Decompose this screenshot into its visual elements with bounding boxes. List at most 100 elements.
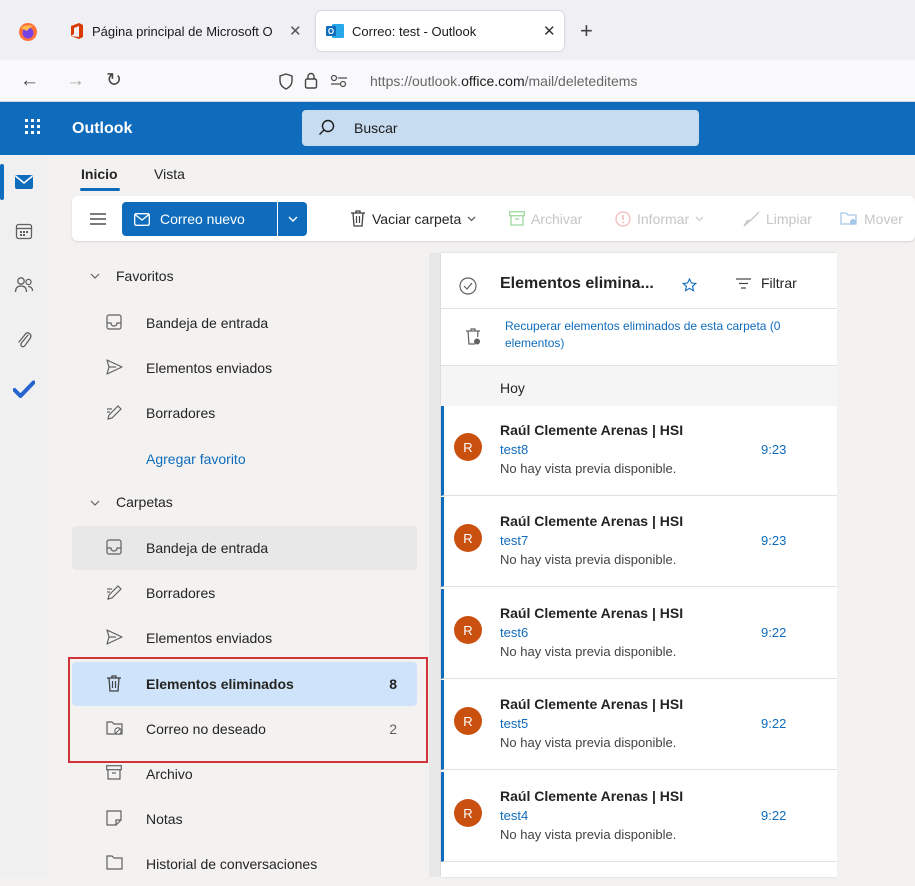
received-time: 9:22 [761, 625, 787, 640]
new-tab-icon[interactable]: + [580, 18, 593, 44]
tab-view[interactable]: Vista [154, 166, 185, 182]
message-item[interactable]: R Raúl Clemente Arenas | HSI test7 9:23 … [441, 497, 837, 587]
tab-title: Página principal de Microsoft O [92, 23, 273, 39]
people-icon[interactable] [14, 276, 34, 294]
favorites-section-header[interactable]: Favoritos [72, 255, 417, 299]
avatar: R [454, 524, 482, 552]
subject: test8 [500, 442, 529, 457]
chevron-down-icon [90, 500, 100, 506]
back-icon[interactable]: ← [20, 70, 39, 92]
folder-item-drafts[interactable]: Borradores [72, 571, 417, 615]
search-placeholder: Buscar [354, 120, 398, 136]
favorite-item-sent[interactable]: Elementos enviados [72, 346, 417, 390]
folder-label: Bandeja de entrada [146, 315, 269, 331]
sweep-label: Limpiar [766, 210, 812, 227]
empty-folder-button[interactable]: Vaciar carpeta [350, 196, 476, 241]
drafts-icon [106, 404, 123, 421]
close-tab-icon[interactable]: ✕ [289, 22, 302, 40]
archive-button[interactable]: Archivar [509, 196, 582, 241]
list-title: Elementos elimina... [500, 275, 654, 292]
new-mail-dropdown[interactable] [278, 202, 307, 236]
folder-icon [106, 855, 123, 870]
folder-item-archive[interactable]: Archivo [72, 752, 417, 796]
favorite-item-drafts[interactable]: Borradores [72, 391, 417, 435]
forward-icon[interactable]: → [66, 70, 85, 92]
group-header-today: Hoy [441, 366, 837, 411]
tab-home[interactable]: Inicio [81, 166, 118, 182]
search-box[interactable]: Buscar [302, 110, 699, 146]
lock-icon[interactable] [304, 72, 318, 89]
folders-section-header[interactable]: Carpetas [72, 480, 417, 524]
sweep-button[interactable]: Limpiar [742, 196, 812, 241]
tab-microsoft-home[interactable]: Página principal de Microsoft O ✕ [62, 11, 308, 51]
folder-item-notes[interactable]: Notas [72, 797, 417, 841]
svg-text:O: O [328, 27, 334, 36]
group-label: Hoy [500, 380, 525, 396]
avatar: R [454, 799, 482, 827]
permissions-icon[interactable] [330, 74, 348, 88]
folder-item-inbox[interactable]: Bandeja de entrada [72, 526, 417, 570]
received-time: 9:22 [761, 808, 787, 823]
archive-icon [106, 765, 122, 780]
folder-label: Borradores [146, 585, 216, 601]
preview-text: No hay vista previa disponible. [500, 461, 677, 476]
message-item[interactable]: R Raúl Clemente Arenas | HSI test6 9:22 … [441, 589, 837, 679]
search-icon [318, 119, 335, 136]
app-launcher-icon[interactable] [25, 119, 41, 135]
filter-button[interactable]: Filtrar [736, 275, 797, 291]
new-mail-label: Correo nuevo [160, 211, 245, 227]
report-button[interactable]: Informar [615, 196, 704, 241]
folder-item-sent[interactable]: Elementos enviados [72, 616, 417, 660]
chevron-down-icon [90, 273, 100, 279]
app-title[interactable]: Outlook [72, 120, 132, 138]
mail-icon[interactable] [14, 174, 34, 190]
inbox-icon [106, 314, 122, 330]
notes-icon [106, 810, 122, 826]
hamburger-menu-icon[interactable] [90, 196, 106, 241]
sender-name: Raúl Clemente Arenas | HSI [500, 513, 684, 529]
preview-text: No hay vista previa disponible. [500, 644, 677, 659]
todo-icon[interactable] [13, 380, 35, 398]
shield-icon[interactable] [278, 73, 294, 90]
drafts-icon [106, 584, 123, 601]
folder-label: Historial de conversaciones [146, 856, 318, 872]
new-mail-button[interactable]: Correo nuevo [122, 202, 277, 236]
office-logo-icon [70, 23, 84, 39]
url-prefix: https://outlook. [370, 73, 462, 89]
firefox-icon[interactable] [18, 22, 38, 42]
url-path: /mail/deleteditems [524, 73, 638, 89]
favorite-item-inbox[interactable]: Bandeja de entrada [72, 301, 417, 345]
message-item[interactable]: R Raúl Clemente Arenas | HSI test5 9:22 … [441, 680, 837, 770]
reload-icon[interactable]: ↻ [106, 69, 122, 92]
send-icon [106, 359, 123, 375]
favorites-label: Favoritos [116, 268, 174, 284]
avatar: R [454, 433, 482, 461]
app-rail [0, 155, 48, 877]
add-favorite-link[interactable]: Agregar favorito [72, 437, 417, 481]
message-item[interactable]: R Raúl Clemente Arenas | HSI test8 9:23 … [441, 406, 837, 496]
archive-label: Archivar [531, 210, 583, 227]
tab-outlook-mail[interactable]: O Correo: test - Outlook ✕ [316, 11, 564, 51]
move-button[interactable]: Mover [840, 196, 903, 241]
recover-link[interactable]: Recuperar elementos eliminados de esta c… [505, 318, 825, 352]
star-icon[interactable] [682, 278, 697, 292]
avatar: R [454, 616, 482, 644]
folder-item-conversation-history[interactable]: Historial de conversaciones [72, 842, 417, 886]
attachment-icon[interactable] [16, 329, 32, 349]
url-field[interactable]: https://outlook.office.com/mail/deletedi… [370, 73, 637, 89]
message-item[interactable]: R Raúl Clemente Arenas | HSI test4 9:22 … [441, 772, 837, 862]
sender-name: Raúl Clemente Arenas | HSI [500, 605, 684, 621]
folders-label: Carpetas [116, 494, 173, 510]
select-all-icon[interactable] [459, 277, 477, 295]
recover-banner: Recuperar elementos eliminados de esta c… [441, 308, 837, 366]
close-tab-icon[interactable]: ✕ [543, 22, 556, 40]
folder-label: Elementos enviados [146, 630, 273, 646]
folder-label: Archivo [146, 766, 193, 782]
subject: test7 [500, 533, 529, 548]
pane-divider[interactable] [429, 253, 441, 877]
filter-label: Filtrar [761, 275, 797, 291]
highlight-box [68, 657, 428, 763]
calendar-icon[interactable] [15, 222, 33, 240]
tab-home-underline [80, 188, 120, 191]
received-time: 9:23 [761, 442, 787, 457]
